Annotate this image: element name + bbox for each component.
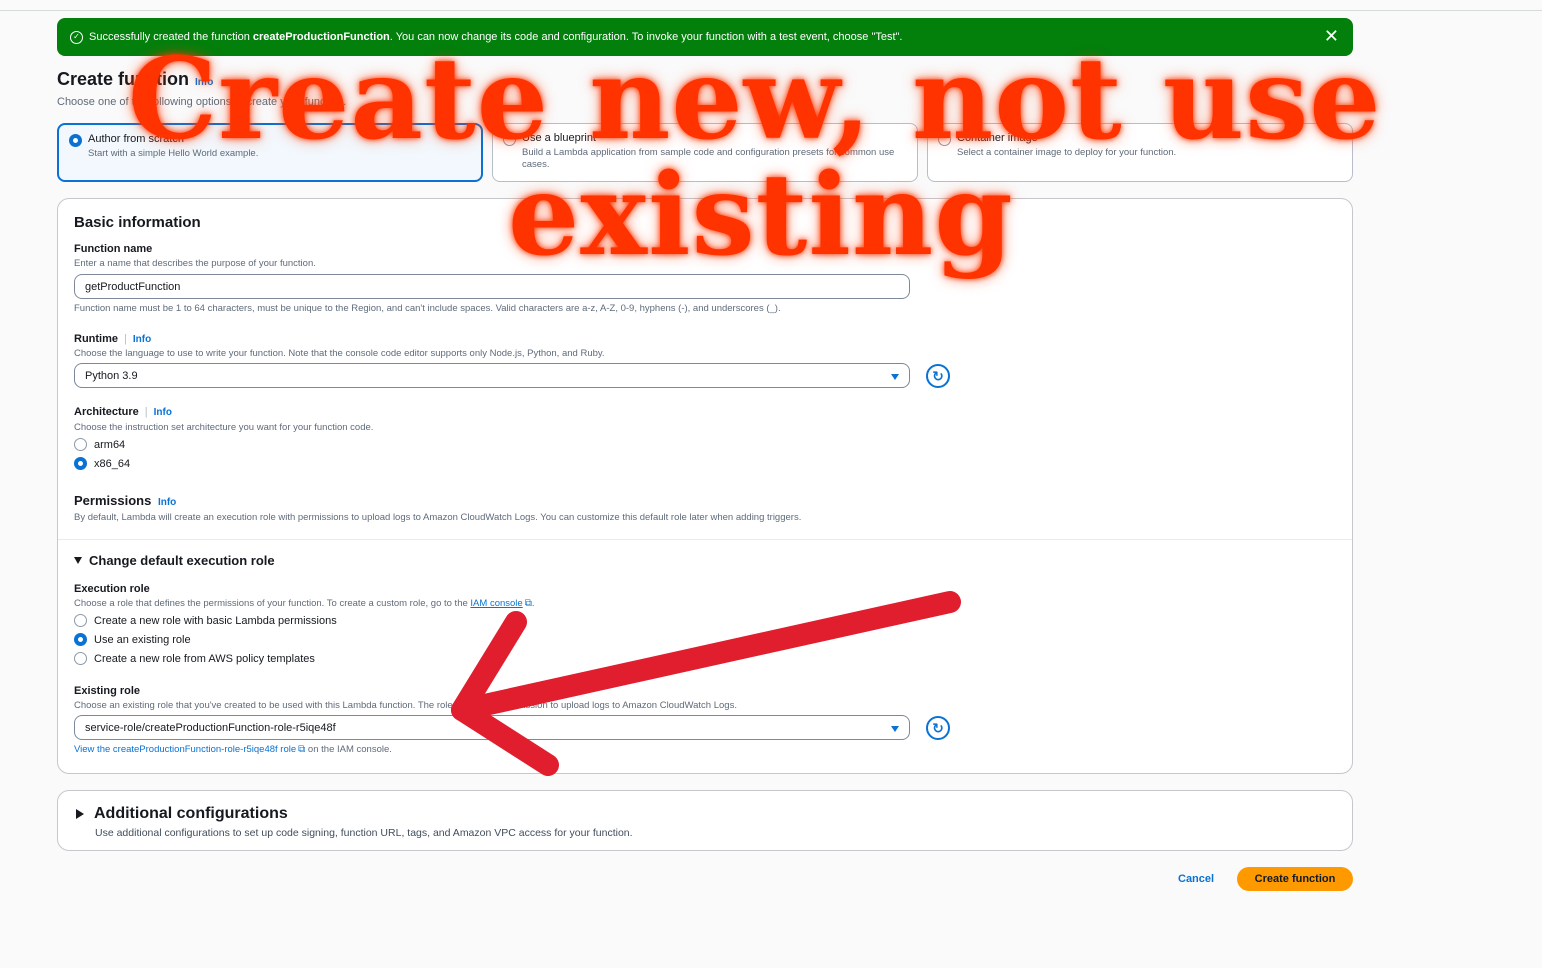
annotation-arrow [451,591,961,776]
